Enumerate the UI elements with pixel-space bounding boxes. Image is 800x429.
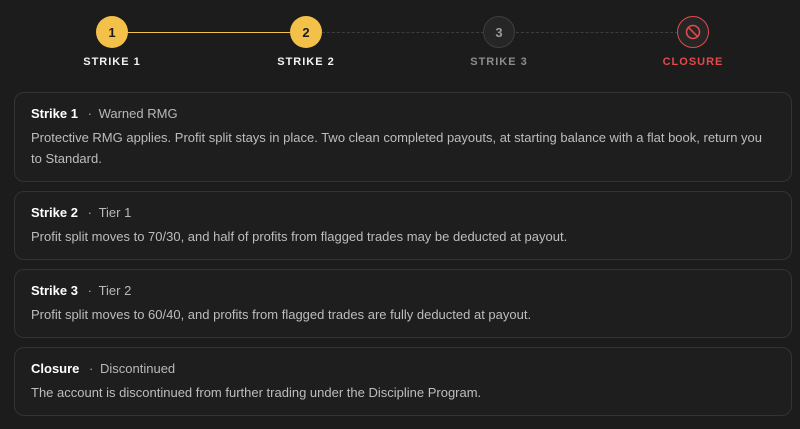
card-separator: · xyxy=(87,205,92,220)
card-subtitle: Discontinued xyxy=(100,361,176,376)
card-separator: · xyxy=(87,283,92,298)
step-strike-2: 2 STRIKE 2 xyxy=(246,16,366,68)
closure-label: CLOSURE xyxy=(662,56,724,68)
step-1-label: STRIKE 1 xyxy=(83,56,141,68)
ban-icon xyxy=(677,16,709,48)
strike-cards: Strike 1 · Warned RMG Protective RMG app… xyxy=(14,92,792,425)
card-body: Profit split moves to 70/30, and half of… xyxy=(31,229,568,244)
step-strike-1: 1 STRIKE 1 xyxy=(52,16,172,68)
card-body: Protective RMG applies. Profit split sta… xyxy=(31,130,763,166)
step-1-circle: 1 xyxy=(96,16,128,48)
card-strike-1: Strike 1 · Warned RMG Protective RMG app… xyxy=(14,92,792,182)
strike-stepper: 1 STRIKE 1 2 STRIKE 2 3 STRIKE 3 CLOSURE xyxy=(0,0,800,88)
card-strike-2: Strike 2 · Tier 1 Profit split moves to … xyxy=(14,191,792,260)
card-separator: · xyxy=(89,361,94,376)
card-title: Strike 3 xyxy=(31,283,78,298)
card-title: Strike 1 xyxy=(31,106,78,121)
card-strike-3: Strike 3 · Tier 2 Profit split moves to … xyxy=(14,269,792,338)
step-3-circle: 3 xyxy=(483,16,515,48)
card-subtitle: Warned RMG xyxy=(98,106,178,121)
step-3-label: STRIKE 3 xyxy=(470,56,528,68)
card-body: Profit split moves to 60/40, and profits… xyxy=(31,307,532,322)
card-title: Strike 2 xyxy=(31,205,78,220)
card-subtitle: Tier 1 xyxy=(98,205,132,220)
step-strike-3: 3 STRIKE 3 xyxy=(439,16,559,68)
card-title: Closure xyxy=(31,361,80,376)
step-2-circle: 2 xyxy=(290,16,322,48)
step-2-label: STRIKE 2 xyxy=(277,56,335,68)
card-body: The account is discontinued from further… xyxy=(31,385,482,400)
step-closure: CLOSURE xyxy=(633,16,753,68)
card-separator: · xyxy=(87,106,92,121)
card-subtitle: Tier 2 xyxy=(98,283,132,298)
card-closure: Closure · Discontinued The account is di… xyxy=(14,347,792,416)
